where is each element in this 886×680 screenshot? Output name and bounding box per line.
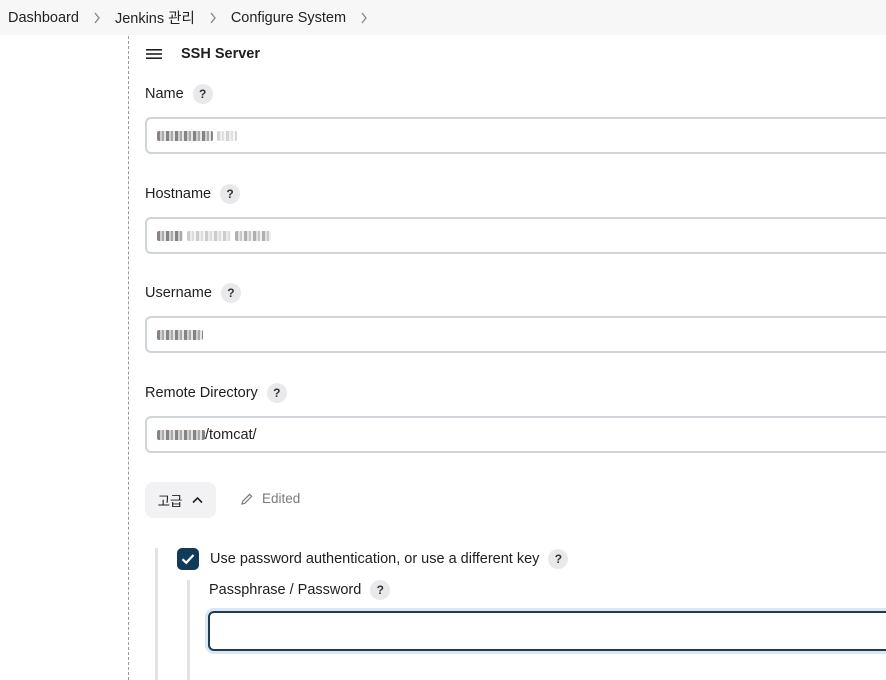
section-divider [128,36,129,680]
edited-label: Edited [262,491,301,506]
nested-section-bar [187,580,190,680]
remote-directory-label: Remote Directory [145,385,258,401]
password-auth-checkbox[interactable] [177,548,199,570]
remote-directory-help-icon[interactable]: ? [266,383,287,403]
hostname-input[interactable] [145,217,886,254]
chevron-right-icon [209,12,217,24]
hostname-label: Hostname [145,186,212,202]
redacted-value [187,230,231,241]
chevron-right-icon[interactable] [360,12,368,24]
redacted-value [157,329,203,340]
remote-directory-input[interactable]: /tomcat/ [145,416,886,453]
redacted-value [157,130,213,141]
checkmark-icon [181,554,195,565]
name-help-icon[interactable]: ? [192,84,213,104]
passphrase-label: Passphrase / Password [209,582,362,598]
password-auth-row: Use password authentication, or use a di… [177,548,569,570]
breadcrumb-configure-system[interactable]: Configure System [231,10,346,26]
section-title: SSH Server [181,46,260,62]
advanced-toggle-button[interactable]: 고급 [145,482,216,518]
remote-directory-label-row: Remote Directory ? [145,383,287,403]
advanced-label: 고급 [157,494,183,509]
breadcrumb-jenkins-manage[interactable]: Jenkins 관리 [115,7,195,28]
username-label-row: Username ? [145,283,241,303]
chevron-right-icon [93,12,101,24]
breadcrumb: Dashboard Jenkins 관리 Configure System [0,0,886,35]
chevron-up-icon [192,496,203,504]
hostname-label-row: Hostname ? [145,184,241,204]
username-help-icon[interactable]: ? [220,283,241,303]
hostname-help-icon[interactable]: ? [220,184,241,204]
edited-indicator: Edited [240,491,300,506]
remote-directory-value: /tomcat/ [205,426,257,443]
redacted-value [217,130,237,141]
redacted-value [235,230,271,241]
username-label: Username [145,285,212,301]
pencil-icon [241,493,253,505]
redacted-value [157,230,183,241]
drag-handle-icon[interactable] [146,48,162,60]
ssh-server-header: SSH Server [146,46,260,62]
passphrase-input[interactable] [208,611,886,651]
redacted-value [157,429,205,440]
advanced-section-bar [155,548,158,680]
password-auth-label[interactable]: Use password authentication, or use a di… [210,551,539,567]
password-auth-help-icon[interactable]: ? [548,549,569,569]
name-label: Name [145,86,184,102]
username-input[interactable] [145,316,886,353]
breadcrumb-dashboard[interactable]: Dashboard [8,10,79,26]
passphrase-label-row: Passphrase / Password ? [209,580,391,600]
name-input[interactable] [145,117,886,154]
name-label-row: Name ? [145,84,213,104]
passphrase-help-icon[interactable]: ? [370,580,391,600]
